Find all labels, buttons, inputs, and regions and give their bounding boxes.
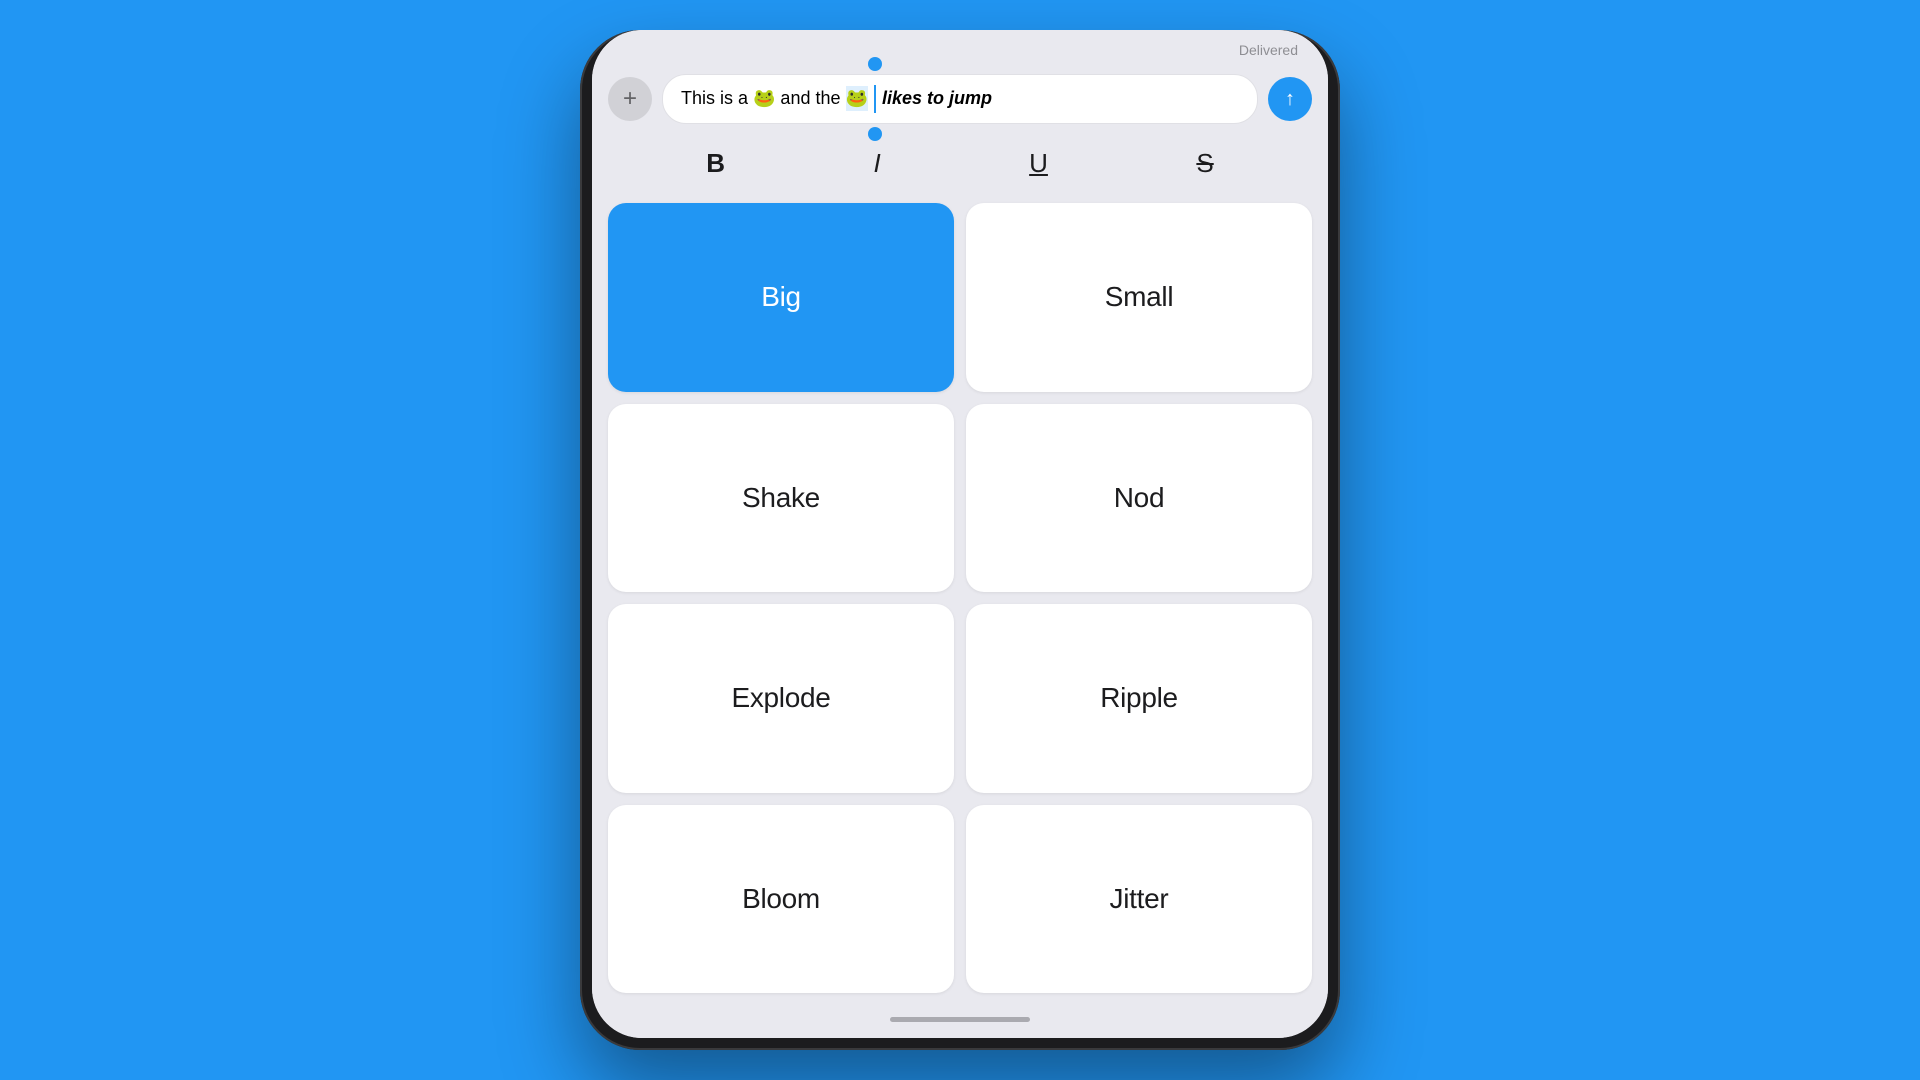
italic-text: likes to jump bbox=[877, 88, 992, 108]
animation-button-bloom[interactable]: Bloom bbox=[608, 805, 954, 994]
send-icon: ↑ bbox=[1285, 88, 1295, 111]
input-text: This is a 🐸 and the 🐸 likes to jump bbox=[681, 85, 992, 113]
home-indicator-area bbox=[592, 1009, 1328, 1038]
animation-button-ripple[interactable]: Ripple bbox=[966, 604, 1312, 793]
animation-label-bloom: Bloom bbox=[742, 883, 820, 915]
animation-label-small: Small bbox=[1105, 281, 1174, 313]
animation-label-ripple: Ripple bbox=[1100, 682, 1178, 714]
animation-grid: Big Small Shake Nod Explode Ripple Bloom bbox=[592, 203, 1328, 1009]
animation-label-nod: Nod bbox=[1114, 482, 1164, 514]
bold-button[interactable]: B bbox=[690, 140, 741, 187]
animation-button-small[interactable]: Small bbox=[966, 203, 1312, 392]
cursor-handle-container: 🐸 bbox=[846, 85, 877, 113]
animation-button-shake[interactable]: Shake bbox=[608, 404, 954, 593]
underline-button[interactable]: U bbox=[1013, 140, 1064, 187]
animation-label-jitter: Jitter bbox=[1110, 883, 1169, 915]
animation-button-jitter[interactable]: Jitter bbox=[966, 805, 1312, 994]
home-bar bbox=[890, 1017, 1030, 1022]
animation-label-explode: Explode bbox=[731, 682, 830, 714]
selected-emoji: 🐸 bbox=[846, 86, 868, 111]
animation-button-explode[interactable]: Explode bbox=[608, 604, 954, 793]
selection-handle-top bbox=[868, 57, 882, 71]
input-bubble[interactable]: This is a 🐸 and the 🐸 likes to jump bbox=[662, 74, 1258, 124]
send-button[interactable]: ↑ bbox=[1268, 77, 1312, 121]
animation-button-nod[interactable]: Nod bbox=[966, 404, 1312, 593]
status-area: Delivered bbox=[592, 30, 1328, 66]
cursor-line bbox=[874, 85, 876, 113]
animation-label-shake: Shake bbox=[742, 482, 820, 514]
formatting-toolbar: B I U S bbox=[592, 136, 1328, 203]
plus-icon: + bbox=[623, 85, 637, 113]
animation-label-big: Big bbox=[761, 281, 801, 313]
phone-screen: Delivered + This is a 🐸 and the 🐸 likes … bbox=[592, 30, 1328, 1038]
strikethrough-button[interactable]: S bbox=[1180, 140, 1229, 187]
italic-button[interactable]: I bbox=[857, 140, 896, 187]
message-input-area: + This is a 🐸 and the 🐸 likes to jump ↑ bbox=[592, 66, 1328, 136]
animation-button-big[interactable]: Big bbox=[608, 203, 954, 392]
selection-handle-bottom bbox=[868, 127, 882, 141]
phone-frame: Delivered + This is a 🐸 and the 🐸 likes … bbox=[580, 30, 1340, 1050]
add-button[interactable]: + bbox=[608, 77, 652, 121]
delivered-status: Delivered bbox=[1239, 42, 1298, 58]
